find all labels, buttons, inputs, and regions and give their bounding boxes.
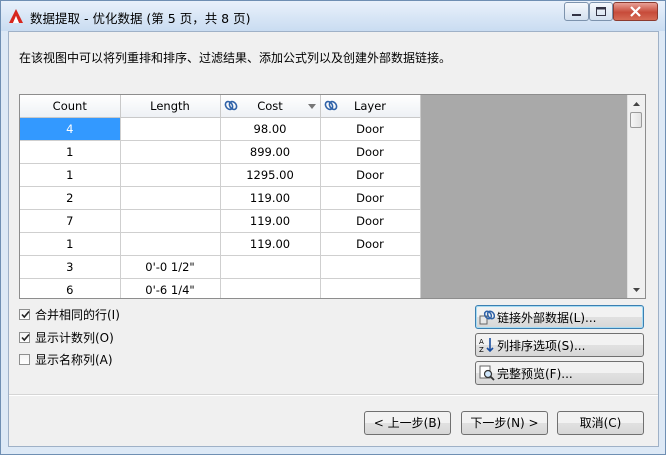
svg-text:A: A [479,338,484,346]
cell-count[interactable]: 1 [20,163,121,187]
column-header-length[interactable]: Length [120,95,221,118]
minimize-button[interactable] [564,2,589,21]
cell-length[interactable]: 0'-0 1/2" [120,255,221,279]
header-row: Count Length Cost Layer [20,95,421,118]
svg-text:Z: Z [479,346,484,353]
cell-length[interactable]: 0'-6 1/4" [120,278,221,298]
sort-descending-icon [307,104,316,109]
show-name-option[interactable]: 显示名称列(A) [19,350,113,368]
table-row[interactable]: 3 0'-0 1/2" [20,255,421,279]
maximize-icon [596,7,606,16]
back-button[interactable]: < 上一步(B) [364,411,451,435]
minimize-icon [572,14,581,16]
table-row[interactable]: 1 899.00 Door [20,140,421,164]
cell-length[interactable] [120,117,221,141]
cell-count[interactable]: 3 [20,255,121,279]
cell-length[interactable] [120,232,221,256]
link-external-data-button[interactable]: 链接外部数据(L)... [475,305,644,329]
sort-columns-label: 列排序选项(S)... [497,338,586,353]
cell-layer[interactable]: Door [320,117,421,141]
description-text: 在该视图中可以将列重排和排序、过滤结果、添加公式列以及创建外部数据链接。 [19,51,452,65]
scroll-thumb[interactable] [630,112,642,128]
show-name-label: 显示名称列(A) [35,352,113,367]
full-preview-label: 完整预览(F)... [497,366,573,381]
cell-cost[interactable]: 119.00 [220,232,321,256]
cell-layer[interactable]: Door [320,232,421,256]
table-row[interactable]: 6 0'-6 1/4" [20,278,421,298]
column-header-layer[interactable]: Layer [320,95,421,118]
next-button[interactable]: 下一步(N) > [461,411,548,435]
checkmark-icon [21,310,30,318]
scroll-down-arrow[interactable] [628,281,645,298]
vertical-scrollbar[interactable] [627,95,645,298]
cell-layer[interactable]: Door [320,209,421,233]
cell-length[interactable] [120,186,221,210]
cell-cost[interactable]: 899.00 [220,140,321,164]
cell-cost[interactable]: 119.00 [220,209,321,233]
cell-length[interactable] [120,209,221,233]
scroll-up-arrow[interactable] [628,95,645,112]
table-row[interactable]: 4 98.00 Door [20,117,421,141]
cell-cost[interactable] [220,255,321,279]
cell-cost[interactable] [220,278,321,298]
show-name-checkbox[interactable] [19,353,30,365]
cell-layer[interactable] [320,255,421,279]
merge-rows-option[interactable]: 合并相同的行(I) [19,305,120,323]
cell-cost[interactable]: 98.00 [220,117,321,141]
show-count-option[interactable]: 显示计数列(O) [19,328,114,346]
cell-count[interactable]: 6 [20,278,121,298]
cell-count[interactable]: 1 [20,140,121,164]
link-icon [224,100,237,111]
cell-count[interactable]: 7 [20,209,121,233]
dialog-client: 在该视图中可以将列重排和排序、过滤结果、添加公式列以及创建外部数据链接。 Cou… [8,31,659,447]
link-external-data-icon [479,310,495,325]
full-preview-button[interactable]: 完整预览(F)... [475,361,644,385]
table-row[interactable]: 2 119.00 Door [20,186,421,210]
data-grid[interactable]: Count Length Cost Layer 4 98.00 Door 1 8… [19,94,646,299]
table-row[interactable]: 1 1295.00 Door [20,163,421,187]
column-header-count[interactable]: Count [20,95,121,118]
merge-rows-checkbox[interactable] [19,308,30,320]
data-table: Count Length Cost Layer 4 98.00 Door 1 8… [20,95,421,298]
chevron-up-icon [633,101,640,106]
cell-count[interactable]: 1 [20,232,121,256]
cell-layer[interactable]: Door [320,186,421,210]
divider [9,394,658,396]
merge-rows-label: 合并相同的行(I) [35,307,120,322]
cell-length[interactable] [120,163,221,187]
close-button[interactable] [613,2,658,21]
maximize-button[interactable] [589,2,613,21]
cell-cost[interactable]: 1295.00 [220,163,321,187]
table-row[interactable]: 1 119.00 Door [20,232,421,256]
cancel-button[interactable]: 取消(C) [557,411,644,435]
title-bar[interactable]: 数据提取 - 优化数据 (第 5 页，共 8 页) [1,1,665,31]
sort-az-icon: AZ [479,338,494,353]
cell-layer[interactable] [320,278,421,298]
window-title: 数据提取 - 优化数据 (第 5 页，共 8 页) [30,11,251,26]
checkmark-icon [21,333,30,341]
close-icon [630,6,641,17]
cell-count[interactable]: 4 [20,117,121,141]
link-icon [324,100,337,111]
dialog-window: 数据提取 - 优化数据 (第 5 页，共 8 页) 在该视图中可以将列重排和排序… [0,0,666,455]
cell-length[interactable] [120,140,221,164]
show-count-checkbox[interactable] [19,331,30,343]
table-row[interactable]: 7 119.00 Door [20,209,421,233]
cell-layer[interactable]: Door [320,163,421,187]
preview-magnifier-icon [479,365,495,381]
cell-count[interactable]: 2 [20,186,121,210]
show-count-label: 显示计数列(O) [35,330,114,345]
sort-columns-button[interactable]: AZ 列排序选项(S)... [475,333,644,357]
cell-cost[interactable]: 119.00 [220,186,321,210]
chevron-down-icon [633,287,640,292]
column-header-cost[interactable]: Cost [220,95,321,118]
link-external-data-label: 链接外部数据(L)... [497,310,597,325]
autocad-app-icon [9,9,23,23]
cell-layer[interactable]: Door [320,140,421,164]
